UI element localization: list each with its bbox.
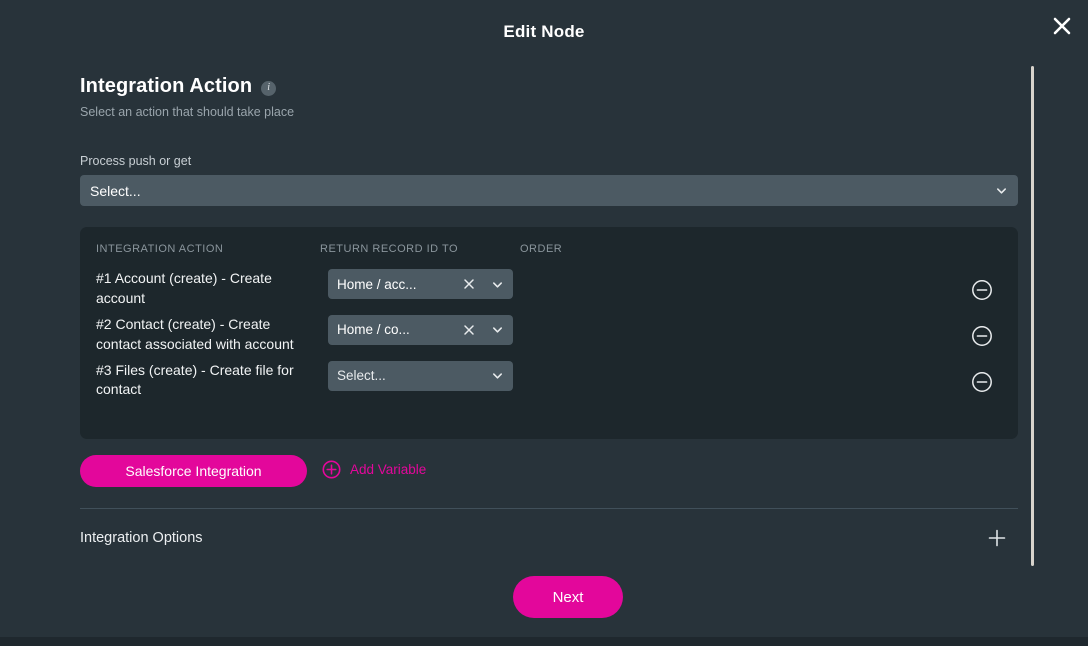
minus-circle-icon[interactable] <box>971 325 993 347</box>
plus-circle-icon <box>322 460 341 479</box>
vertical-scrollbar[interactable] <box>1031 66 1034 566</box>
next-button[interactable]: Next <box>513 576 623 618</box>
row-action-label: #2 Contact (create) - Create contact ass… <box>96 315 294 352</box>
chevron-down-icon <box>996 188 1007 194</box>
integration-options-label: Integration Options <box>80 530 203 546</box>
return-record-select[interactable]: Select... <box>328 360 513 391</box>
salesforce-integration-button[interactable]: Salesforce Integration <box>80 455 307 487</box>
integration-options-accordion[interactable]: Integration Options <box>80 520 1018 556</box>
section-header: Integration Action i Select an action th… <box>80 75 294 119</box>
minus-circle-icon[interactable] <box>971 371 993 393</box>
return-record-value: Home / acc... <box>337 276 417 292</box>
minus-circle-icon[interactable] <box>971 279 993 301</box>
column-header-integration-action: INTEGRATION ACTION <box>96 243 224 255</box>
row-action-label: #3 Files (create) - Create file for cont… <box>96 361 294 398</box>
modal-header: Edit Node <box>0 0 1088 62</box>
add-variable-button[interactable]: Add Variable <box>322 460 426 479</box>
close-button[interactable] <box>1044 8 1080 44</box>
return-record-value: Select... <box>337 368 386 383</box>
row-return-cell: Select... <box>304 360 513 391</box>
return-record-select[interactable]: Home / co... <box>328 314 513 345</box>
row-return-cell: Home / co... <box>304 314 513 345</box>
plus-icon[interactable] <box>986 527 1008 549</box>
table-row: #1 Account (create) - Create account Hom… <box>80 269 1018 315</box>
chevron-down-icon <box>492 281 503 288</box>
clear-x-icon[interactable] <box>461 322 477 338</box>
clear-x-icon[interactable] <box>461 276 477 292</box>
process-field-label: Process push or get <box>80 154 192 168</box>
section-subtitle: Select an action that should take place <box>80 105 295 119</box>
return-record-value: Home / co... <box>337 322 410 338</box>
table-body: #1 Account (create) - Create account Hom… <box>80 269 1018 406</box>
chevron-down-icon <box>492 327 503 333</box>
integration-action-table: INTEGRATION ACTION RETURN RECORD ID TO O… <box>80 227 1018 439</box>
chevron-down-icon <box>492 373 503 379</box>
info-icon[interactable]: i <box>261 80 277 96</box>
modal-body: Integration Action i Select an action th… <box>0 62 1088 637</box>
table-row: #2 Contact (create) - Create contact ass… <box>80 314 1018 361</box>
row-action-label: #1 Account (create) - Create account <box>96 270 272 306</box>
column-header-return-record-id-to: RETURN RECORD ID TO <box>320 243 459 255</box>
table-row: #3 Files (create) - Create file for cont… <box>80 360 1018 407</box>
bottom-strip <box>0 637 1088 646</box>
divider <box>80 508 1018 509</box>
process-select[interactable]: Select... <box>80 175 1018 206</box>
section-title: Integration Action <box>80 75 253 97</box>
row-return-cell: Home / acc... <box>304 269 513 299</box>
close-icon <box>1053 17 1071 35</box>
add-variable-label: Add Variable <box>350 462 427 477</box>
process-select-value: Select... <box>90 182 141 199</box>
table-header-row: INTEGRATION ACTION RETURN RECORD ID TO O… <box>80 243 1018 261</box>
return-record-select[interactable]: Home / acc... <box>328 269 513 299</box>
column-header-order: ORDER <box>520 243 563 255</box>
page-title: Edit Node <box>503 22 585 41</box>
